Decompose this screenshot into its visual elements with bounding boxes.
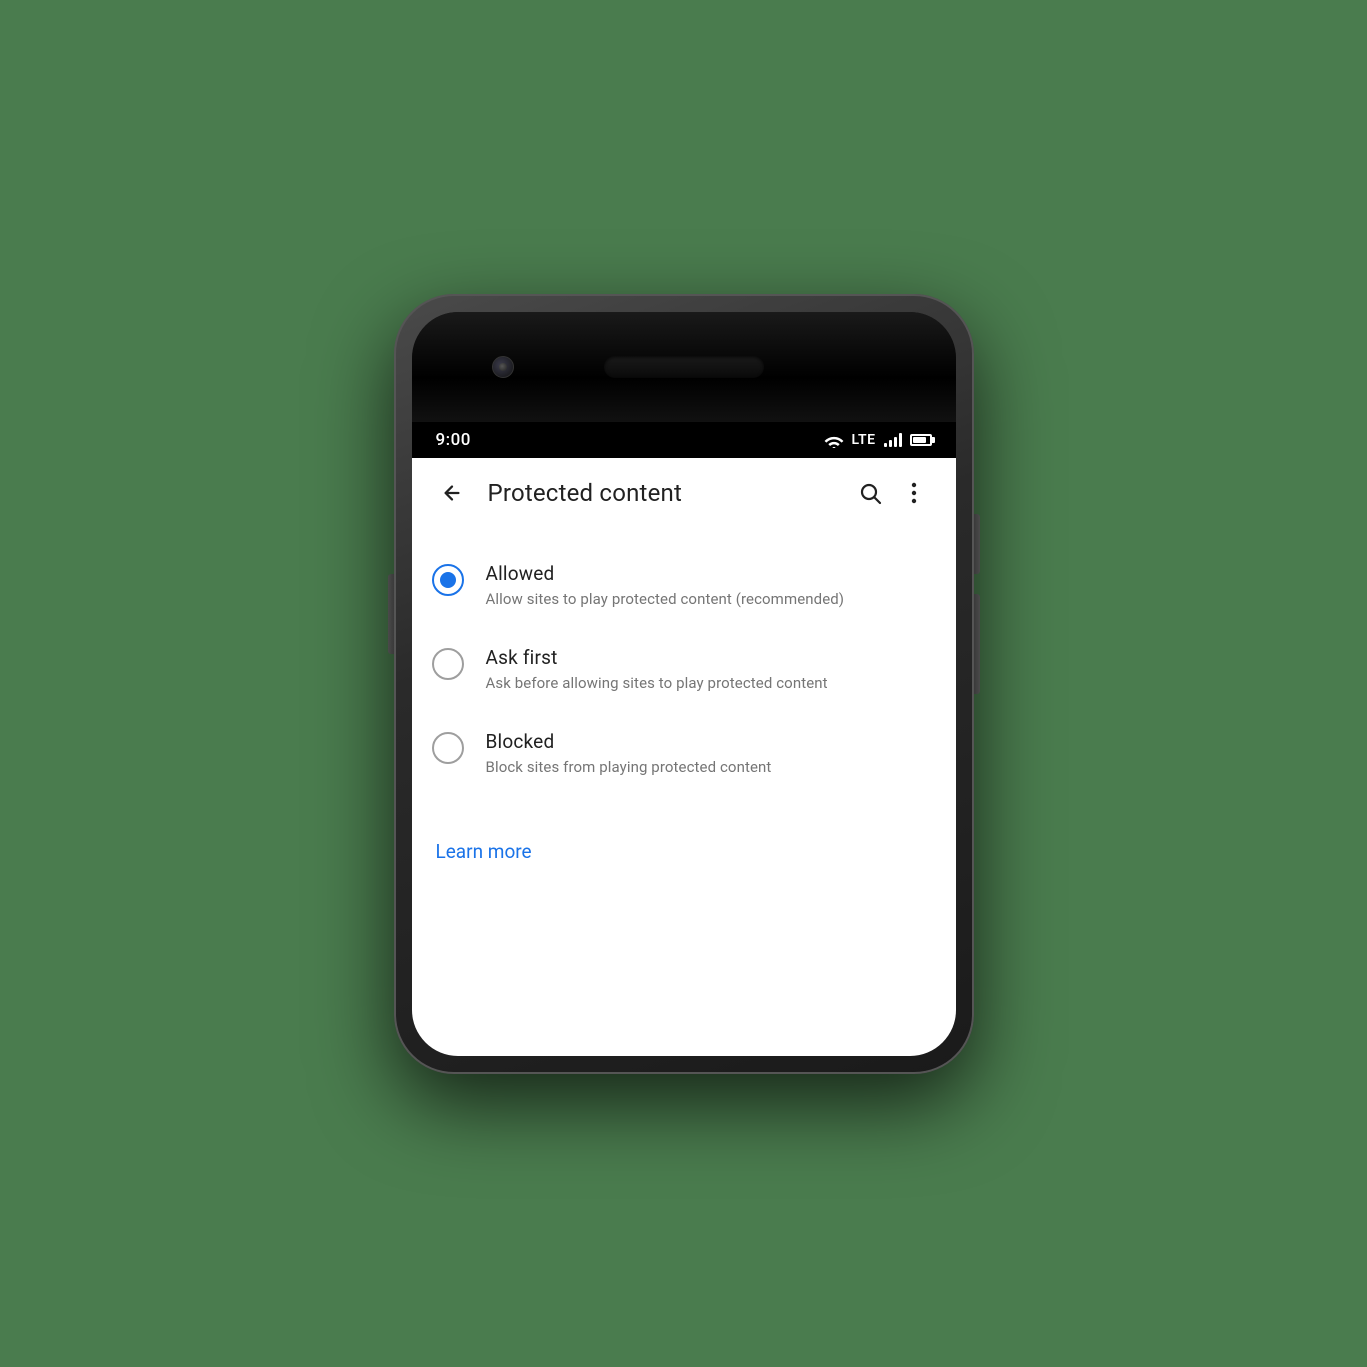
learn-more-section: Learn more — [412, 820, 956, 883]
options-list: Allowed Allow sites to play protected co… — [412, 528, 956, 812]
more-options-button[interactable] — [892, 471, 936, 515]
option-blocked-title: Blocked — [486, 730, 932, 753]
option-ask-first[interactable]: Ask first Ask before allowing sites to p… — [412, 628, 956, 712]
radio-allowed[interactable] — [432, 564, 464, 596]
option-blocked[interactable]: Blocked Block sites from playing protect… — [412, 712, 956, 796]
search-button[interactable] — [848, 471, 892, 515]
power-button — [974, 514, 980, 574]
search-icon — [858, 481, 882, 505]
option-allowed-text: Allowed Allow sites to play protected co… — [486, 562, 932, 610]
status-time: 9:00 — [436, 430, 471, 450]
learn-more-link[interactable]: Learn more — [436, 840, 532, 863]
radio-blocked[interactable] — [432, 732, 464, 764]
volume-button — [974, 594, 980, 694]
wifi-icon — [824, 433, 844, 447]
option-ask-first-desc: Ask before allowing sites to play protec… — [486, 673, 932, 694]
status-icons: LTE — [824, 432, 932, 448]
option-allowed-title: Allowed — [486, 562, 932, 585]
more-options-icon — [911, 481, 917, 505]
phone-frame: 9:00 LTE — [394, 294, 974, 1074]
signal-icon — [884, 433, 902, 447]
option-ask-first-text: Ask first Ask before allowing sites to p… — [486, 646, 932, 694]
radio-allowed-fill — [440, 572, 456, 588]
signal-bar-4 — [899, 433, 902, 447]
lte-label: LTE — [852, 432, 876, 448]
signal-bar-1 — [884, 443, 887, 447]
app-bar: Protected content — [412, 458, 956, 528]
status-bar: 9:00 LTE — [412, 422, 956, 458]
page-title: Protected content — [488, 479, 848, 507]
option-blocked-desc: Block sites from playing protected conte… — [486, 757, 932, 778]
speaker-grille — [604, 356, 764, 378]
front-camera — [492, 356, 514, 378]
signal-bar-2 — [889, 440, 892, 447]
top-bezel — [412, 312, 956, 422]
radio-ask-first[interactable] — [432, 648, 464, 680]
app-screen: Protected content — [412, 458, 956, 1056]
battery-icon — [910, 434, 932, 446]
back-button[interactable] — [432, 473, 472, 513]
signal-bar-3 — [894, 437, 897, 447]
option-blocked-text: Blocked Block sites from playing protect… — [486, 730, 932, 778]
phone-screen: 9:00 LTE — [412, 312, 956, 1056]
option-allowed-desc: Allow sites to play protected content (r… — [486, 589, 932, 610]
back-arrow-icon — [441, 482, 463, 504]
option-allowed[interactable]: Allowed Allow sites to play protected co… — [412, 544, 956, 628]
battery-fill — [913, 437, 927, 443]
left-button — [388, 574, 394, 654]
screen-content: Protected content — [412, 458, 956, 1056]
option-ask-first-title: Ask first — [486, 646, 932, 669]
